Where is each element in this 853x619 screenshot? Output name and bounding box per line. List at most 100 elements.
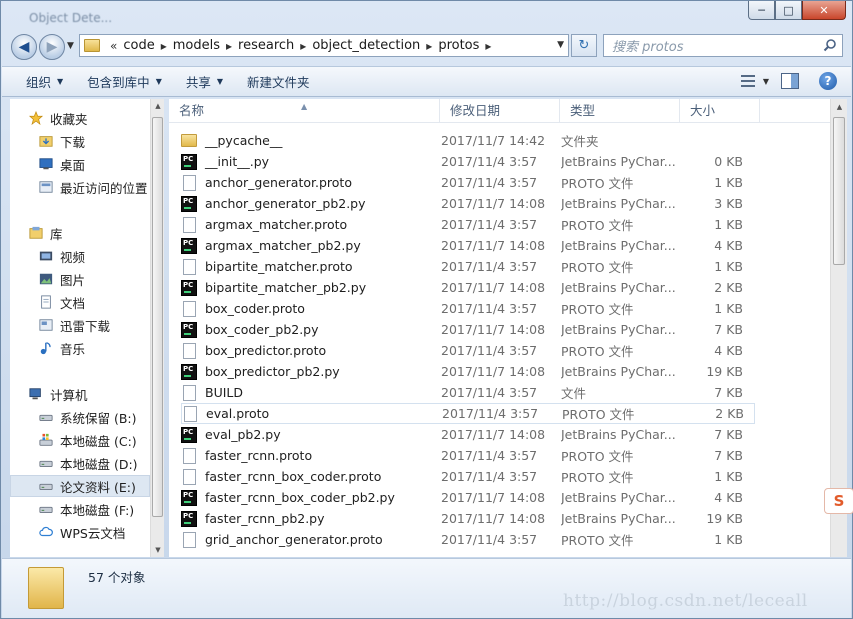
sidebar-item-wps-cloud[interactable]: WPS云文档 xyxy=(38,521,164,543)
file-row[interactable]: argmax_matcher.proto 2017/11/4 3:57 PROTO … xyxy=(181,214,755,235)
chevron-down-icon: ▼ xyxy=(216,77,224,86)
organize-button[interactable]: 组织 ▼ xyxy=(2,67,75,96)
file-row[interactable]: anchor_generator_pb2.py 2017/11/7 14:08 Je… xyxy=(181,193,755,214)
sidebar-item-computer[interactable]: 计算机 xyxy=(28,383,164,405)
breadcrumb-item[interactable]: protos xyxy=(438,38,479,53)
include-in-library-button[interactable]: 包含到库中 ▼ xyxy=(75,67,174,96)
file-row[interactable]: __pycache__ 2017/11/7 14:42 文件夹 xyxy=(181,130,755,151)
scroll-down-arrow-icon[interactable]: ▼ xyxy=(151,543,165,557)
sidebar-item-pictures[interactable]: 图片 xyxy=(38,268,164,290)
breadcrumb-item[interactable]: code xyxy=(123,38,154,53)
maximize-button[interactable]: □ xyxy=(775,1,802,20)
file-row[interactable]: eval.proto 2017/11/4 3:57 PROTO 文件 2 KB xyxy=(181,403,755,424)
sidebar-item-favorites[interactable]: 收藏夹 xyxy=(28,107,164,129)
sidebar-item-drive-f[interactable]: 本地磁盘 (F:) xyxy=(38,498,164,520)
pycharm-file-icon xyxy=(181,279,197,296)
file-row[interactable]: box_coder.proto 2017/11/4 3:57 PROTO 文件 1 K… xyxy=(181,298,755,319)
arrow-left-icon: ◀ xyxy=(18,39,30,55)
breadcrumb-item[interactable]: research xyxy=(238,38,294,53)
file-icon xyxy=(183,447,196,464)
picture-icon xyxy=(39,273,53,285)
explorer-window: Object Dete... ─ □ ✕ ◀ ▶ ▼ « code ▸ mode… xyxy=(0,0,853,619)
close-button[interactable]: ✕ xyxy=(802,1,846,20)
file-row[interactable]: bipartite_matcher_pb2.py 2017/11/7 14:08 J… xyxy=(181,277,755,298)
address-bar[interactable]: « code ▸ models ▸ research ▸ object_dete… xyxy=(79,34,569,57)
chevron-right-icon[interactable]: ▸ xyxy=(300,39,306,53)
breadcrumb-item[interactable]: models xyxy=(173,38,220,53)
sidebar-item-thunder[interactable]: 迅雷下载 xyxy=(38,314,164,336)
file-name: faster_rcnn_pb2.py xyxy=(205,511,325,526)
column-header-name[interactable]: ▲ 名称 xyxy=(169,99,440,122)
scroll-up-arrow-icon[interactable]: ▲ xyxy=(831,99,848,115)
file-row[interactable]: grid_anchor_generator.proto 2017/11/4 3:5… xyxy=(181,529,755,550)
view-options-icon[interactable] xyxy=(739,73,757,89)
chevron-right-icon[interactable]: ▸ xyxy=(161,39,167,53)
sidebar-item-recent[interactable]: 最近访问的位置 xyxy=(38,176,164,198)
organize-label: 组织 xyxy=(26,75,52,90)
file-row[interactable]: faster_rcnn_box_coder.proto 2017/11/4 3:5… xyxy=(181,466,755,487)
minimize-button[interactable]: ─ xyxy=(748,1,775,20)
folder-icon xyxy=(181,134,197,147)
recent-places-icon xyxy=(39,181,53,193)
scrollbar-thumb[interactable] xyxy=(833,117,845,265)
preview-pane-icon[interactable] xyxy=(781,73,799,89)
file-size: 19 KB xyxy=(706,511,743,526)
file-type: PROTO 文件 xyxy=(562,407,635,422)
file-row[interactable]: eval_pb2.py 2017/11/7 14:08 JetBrains PyCh… xyxy=(181,424,755,445)
sidebar-item-drive-e[interactable]: 论文资料 (E:) xyxy=(10,475,150,497)
document-icon xyxy=(41,295,51,309)
file-row[interactable]: faster_rcnn.proto 2017/11/4 3:57 PROTO 文件 7… xyxy=(181,445,755,466)
back-button[interactable]: ◀ xyxy=(11,34,37,60)
sidebar-item-videos[interactable]: 视频 xyxy=(38,245,164,267)
search-input[interactable]: 搜索 protos xyxy=(603,34,843,57)
file-icon xyxy=(183,531,196,548)
sidebar-item-drive-c[interactable]: 本地磁盘 (C:) xyxy=(38,429,164,451)
share-button[interactable]: 共享 ▼ xyxy=(174,67,235,96)
help-icon[interactable]: ? xyxy=(819,72,837,90)
view-dropdown[interactable]: ▼ xyxy=(763,77,769,86)
file-row[interactable]: box_predictor_pb2.py 2017/11/7 14:08 JetBr… xyxy=(181,361,755,382)
file-row[interactable]: faster_rcnn_box_coder_pb2.py 2017/11/7 14… xyxy=(181,487,755,508)
scroll-up-arrow-icon[interactable]: ▲ xyxy=(151,99,165,113)
file-row[interactable]: box_predictor.proto 2017/11/4 3:57 PROTO 文… xyxy=(181,340,755,361)
file-row[interactable]: BUILD 2017/11/4 3:57 文件 7 KB xyxy=(181,382,755,403)
chevron-right-icon[interactable]: ▸ xyxy=(485,39,491,53)
search-icon[interactable] xyxy=(823,38,837,52)
breadcrumb-item[interactable]: object_detection xyxy=(312,38,420,53)
library-icon xyxy=(29,226,43,239)
file-row[interactable]: anchor_generator.proto 2017/11/4 3:57 PROT… xyxy=(181,172,755,193)
sidebar-item-libraries[interactable]: 库 xyxy=(28,222,164,244)
sogou-input-badge[interactable]: S xyxy=(824,488,853,514)
file-size: 4 KB xyxy=(714,238,743,253)
file-date: 2017/11/4 3:57 xyxy=(441,448,538,463)
recent-pages-dropdown[interactable]: ▼ xyxy=(67,41,74,51)
new-folder-button[interactable]: 新建文件夹 xyxy=(235,67,322,96)
forward-button[interactable]: ▶ xyxy=(39,34,65,60)
chevron-right-icon[interactable]: ▸ xyxy=(426,39,432,53)
scrollbar-thumb[interactable] xyxy=(152,117,163,517)
file-date: 2017/11/7 14:08 xyxy=(441,280,546,295)
file-row[interactable]: argmax_matcher_pb2.py 2017/11/7 14:08 JetB… xyxy=(181,235,755,256)
pycharm-file-icon xyxy=(181,363,197,380)
file-row[interactable]: bipartite_matcher.proto 2017/11/4 3:57 PRO… xyxy=(181,256,755,277)
column-header-type[interactable]: 类型 xyxy=(560,99,680,122)
chevron-right-icon[interactable]: ▸ xyxy=(226,39,232,53)
file-type: JetBrains PyChar... xyxy=(561,364,676,379)
address-dropdown[interactable]: ▼ xyxy=(557,40,564,50)
include-in-library-label: 包含到库中 xyxy=(87,75,150,90)
column-header-size[interactable]: 大小 xyxy=(680,99,760,122)
navigation-pane-scrollbar[interactable]: ▲ ▼ xyxy=(150,99,164,557)
sidebar-item-downloads[interactable]: 下载 xyxy=(38,130,164,152)
column-header-date[interactable]: 修改日期 xyxy=(440,99,560,122)
file-row[interactable]: faster_rcnn_pb2.py 2017/11/7 14:08 JetBrai… xyxy=(181,508,755,529)
sidebar-item-drive-d[interactable]: 本地磁盘 (D:) xyxy=(38,452,164,474)
file-row[interactable]: __init__.py 2017/11/4 3:57 JetBrains PyCha… xyxy=(181,151,755,172)
refresh-button[interactable]: ↻ xyxy=(571,34,597,57)
sidebar-item-drive-b[interactable]: 系统保留 (B:) xyxy=(38,406,164,428)
sidebar-item-music[interactable]: 音乐 xyxy=(38,337,164,359)
file-name-cell: grid_anchor_generator.proto xyxy=(181,531,441,548)
sidebar-item-desktop[interactable]: 桌面 xyxy=(38,153,164,175)
file-row[interactable]: box_coder_pb2.py 2017/11/7 14:08 JetBrains… xyxy=(181,319,755,340)
sidebar-item-documents[interactable]: 文档 xyxy=(38,291,164,313)
breadcrumb-overflow[interactable]: « xyxy=(110,39,117,53)
